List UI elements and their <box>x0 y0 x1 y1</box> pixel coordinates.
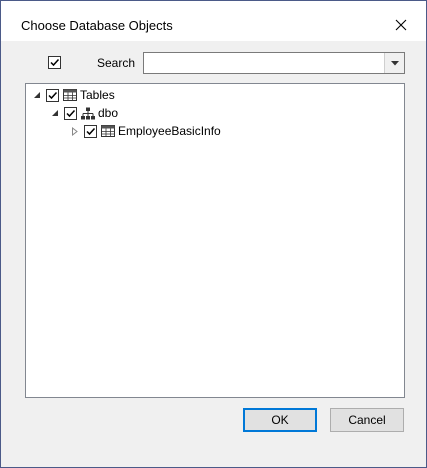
select-all-checkbox[interactable] <box>48 56 61 69</box>
tree-node-checkbox[interactable] <box>46 88 59 102</box>
search-input[interactable] <box>144 53 384 73</box>
close-icon <box>395 19 407 31</box>
dialog-title: Choose Database Objects <box>21 18 173 33</box>
tree-node-label: Tables <box>80 88 115 102</box>
object-tree[interactable]: Tables dbo EmployeeBasicInfo <box>25 83 405 398</box>
dialog-window: Choose Database Objects Search Tables db… <box>1 1 426 467</box>
tree-node-checkbox[interactable] <box>64 106 77 120</box>
expanded-arrow-icon[interactable] <box>50 108 60 118</box>
close-button[interactable] <box>386 10 416 40</box>
cancel-button[interactable]: Cancel <box>330 408 404 432</box>
checkmark-icon <box>86 127 96 135</box>
expanded-arrow-icon[interactable] <box>32 90 42 100</box>
tree-node-label: EmployeeBasicInfo <box>118 124 221 138</box>
title-bar: Choose Database Objects <box>1 1 426 41</box>
tree-node-label: dbo <box>98 106 119 120</box>
ok-button[interactable]: OK <box>243 408 317 432</box>
search-combobox[interactable] <box>143 52 405 74</box>
tree-node-tables[interactable]: Tables <box>32 86 115 104</box>
collapsed-arrow-icon[interactable] <box>70 126 80 136</box>
tree-node-employeebasicinfo[interactable]: EmployeeBasicInfo <box>70 122 221 140</box>
schema-icon <box>80 105 96 121</box>
checkmark-icon <box>50 58 60 67</box>
search-dropdown-button[interactable] <box>384 53 404 73</box>
chevron-down-icon <box>390 60 399 65</box>
checkmark-icon <box>48 91 58 99</box>
table-icon <box>62 87 78 103</box>
tree-node-dbo[interactable]: dbo <box>50 104 118 122</box>
tree-node-checkbox[interactable] <box>84 124 97 138</box>
checkmark-icon <box>66 109 76 117</box>
search-label: Search <box>97 56 136 70</box>
table-icon <box>100 123 116 139</box>
